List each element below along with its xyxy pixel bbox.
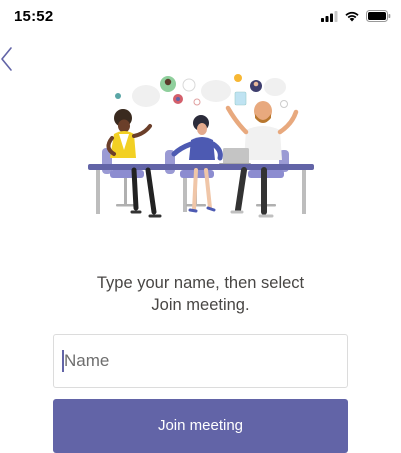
text-caret	[62, 350, 64, 372]
status-bar: 15:52	[0, 0, 401, 34]
status-icons	[321, 9, 391, 23]
instruction-line-1: Type your name, then select	[96, 274, 305, 292]
meeting-illustration	[88, 68, 314, 228]
emoji-icon	[234, 74, 242, 82]
star-icon	[182, 78, 196, 92]
laptop-icon	[223, 148, 249, 164]
photo-icon	[234, 91, 247, 106]
status-time: 15:52	[14, 8, 54, 25]
instruction-line-2: Join meeting.	[151, 296, 250, 314]
instruction-text: Type your name, then select Join meeting…	[0, 272, 401, 316]
speech-bubble-icon	[264, 78, 286, 96]
back-button[interactable]	[0, 44, 24, 74]
name-input[interactable]	[53, 334, 348, 388]
speech-bubble-icon	[201, 80, 231, 102]
cellular-signal-icon	[321, 10, 338, 22]
person-icon	[115, 93, 121, 99]
chevron-left-icon	[1, 47, 12, 71]
speech-bubble-icon	[132, 85, 160, 107]
battery-icon	[366, 10, 391, 22]
join-meeting-button[interactable]: Join meeting	[53, 399, 348, 453]
wifi-icon	[345, 11, 359, 22]
